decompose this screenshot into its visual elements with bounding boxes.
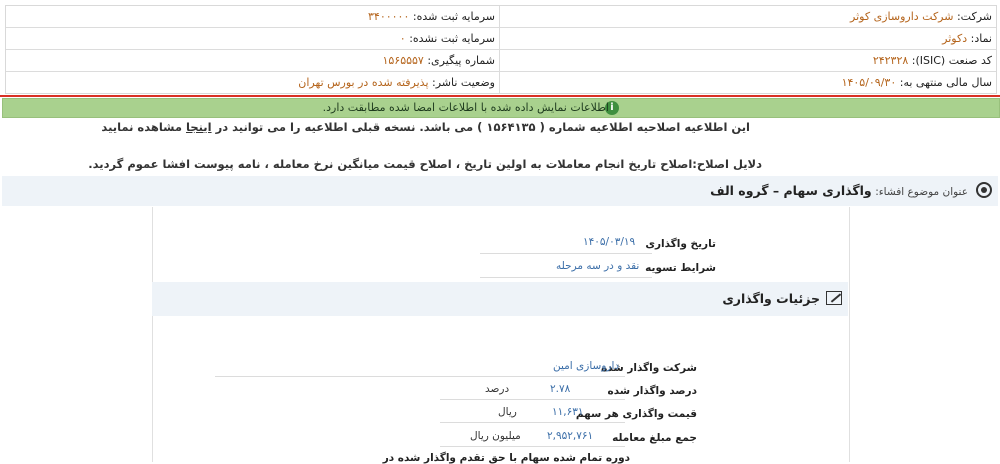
company-value[interactable]: شرکت داروسازی کوثر bbox=[850, 10, 953, 23]
percent-value: ۲.۷۸ bbox=[550, 383, 571, 395]
transfer-details-section: جزئیات واگذاری bbox=[152, 282, 848, 316]
subject-title: واگذاری سهام – گروه الف bbox=[710, 183, 872, 198]
publisher-status-label: وضعیت ناشر: bbox=[432, 76, 495, 89]
info-row-fiscal: سال مالی منتهی به: ۱۴۰۵/۰۹/۳۰ وضعیت ناشر… bbox=[6, 72, 996, 93]
total-amount-label: جمع مبلغ معامله bbox=[612, 432, 697, 444]
tracking-label: شماره پیگیری: bbox=[427, 54, 495, 67]
price-unit: ریال bbox=[498, 406, 517, 418]
previous-version-link[interactable]: اینجا bbox=[186, 120, 212, 134]
unregistered-capital-value: ۰ bbox=[399, 32, 406, 45]
info-row-isic: کد صنعت (ISIC): ۲۴۲۳۲۸ شماره پیگیری: ۱۵۶… bbox=[6, 50, 996, 72]
verification-banner: i اطلاعات نمایش داده شده با اطلاعات امضا… bbox=[2, 98, 1000, 118]
company-label: شرکت: bbox=[956, 10, 992, 23]
correction-notice: این اطلاعیه اصلاحیه اطلاعیه شماره ( ۱۵۶۴… bbox=[101, 120, 750, 134]
content-panel bbox=[152, 207, 850, 462]
isic-value: ۲۴۲۳۲۸ bbox=[872, 54, 909, 67]
divider-line bbox=[0, 95, 1000, 97]
transfer-date-label: تاریخ واگذاری bbox=[645, 238, 716, 250]
percent-label: درصد واگذار شده bbox=[607, 385, 698, 397]
registered-capital-label: سرمایه ثبت شده: bbox=[412, 10, 495, 23]
info-row-company: شرکت: شرکت داروسازی کوثر سرمایه ثبت شده:… bbox=[6, 6, 996, 28]
total-amount-value: ۲,۹۵۲,۷۶۱ bbox=[547, 430, 594, 442]
edit-icon bbox=[826, 291, 842, 305]
symbol-value[interactable]: دکوثر bbox=[942, 32, 967, 45]
transfer-date-value: ۱۴۰۵/۰۳/۱۹ bbox=[583, 236, 636, 248]
total-amount-unit: میلیون ریال bbox=[470, 430, 521, 442]
percent-unit: درصد bbox=[485, 383, 510, 395]
info-row-symbol: نماد: دکوثر سرمایه ثبت نشده: ۰ bbox=[6, 28, 996, 50]
settlement-value: نقد و در سه مرحله bbox=[556, 260, 640, 272]
registered-capital-value: ۳۴۰۰۰۰۰ bbox=[368, 10, 410, 23]
publisher-status-value: پذیرفته شده در بورس تهران bbox=[298, 76, 429, 89]
transferred-company-value: داروسازی امین bbox=[553, 360, 620, 372]
fiscal-year-label: سال مالی منتهی به: bbox=[899, 76, 992, 89]
settlement-label: شرایط تسویه bbox=[645, 262, 716, 274]
section-title: جزئیات واگذاری bbox=[722, 291, 820, 306]
correction-reasons: دلایل اصلاح:اصلاح تاریخ انجام معاملات به… bbox=[88, 157, 762, 171]
subject-label: عنوان موضوع افشاء: bbox=[875, 186, 968, 198]
target-icon bbox=[976, 182, 992, 198]
fiscal-year-value: ۱۴۰۵/۰۹/۳۰ bbox=[841, 76, 897, 89]
tracking-value: ۱۵۶۵۵۵۷ bbox=[382, 54, 424, 67]
price-label: قیمت واگذاری هر سهم bbox=[575, 408, 697, 420]
symbol-label: نماد: bbox=[970, 32, 992, 45]
cost-label: دوره تمام شده سهام با حق تقدم واگذار شده… bbox=[382, 452, 630, 464]
isic-label: کد صنعت (ISIC): bbox=[911, 54, 992, 67]
price-value: ۱۱,۶۳۱ bbox=[552, 406, 584, 418]
subject-bar: عنوان موضوع افشاء: واگذاری سهام – گروه ا… bbox=[2, 176, 998, 206]
company-info-table: شرکت: شرکت داروسازی کوثر سرمایه ثبت شده:… bbox=[5, 5, 997, 94]
unregistered-capital-label: سرمایه ثبت نشده: bbox=[409, 32, 495, 45]
verification-text: اطلاعات نمایش داده شده با اطلاعات امضا ش… bbox=[322, 101, 609, 114]
